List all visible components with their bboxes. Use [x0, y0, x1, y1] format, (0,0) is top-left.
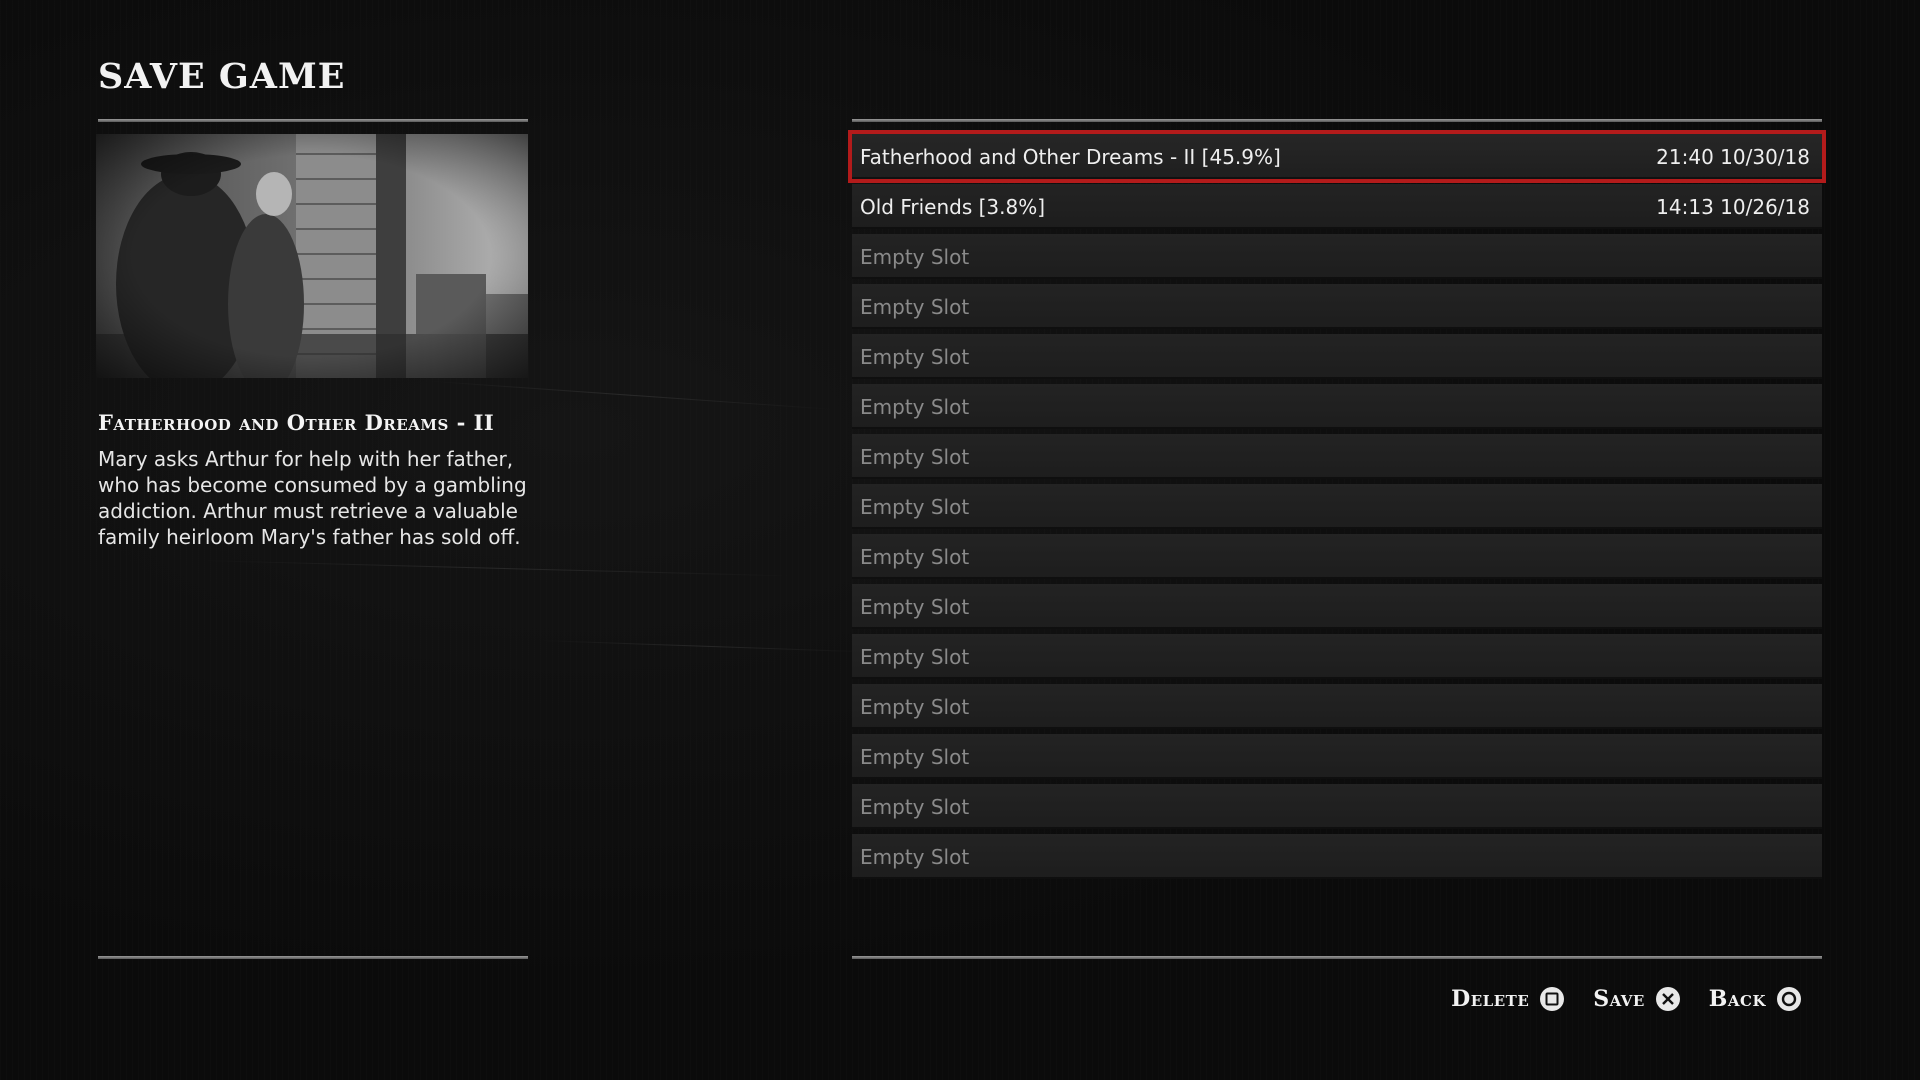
save-slot-name: Old Friends [3.8%] — [860, 194, 1046, 219]
save-slot-name: Empty Slot — [860, 344, 970, 369]
save-label: Save — [1593, 986, 1645, 1012]
save-slot-name: Empty Slot — [860, 694, 970, 719]
save-slot-name: Empty Slot — [860, 744, 970, 769]
save-slot-name: Empty Slot — [860, 394, 970, 419]
delete-label: Delete — [1451, 986, 1530, 1012]
save-slot-name: Empty Slot — [860, 594, 970, 619]
save-slot-empty[interactable]: Empty Slot — [852, 634, 1822, 679]
save-slot-empty[interactable]: Empty Slot — [852, 234, 1822, 279]
save-slot-name: Fatherhood and Other Dreams - II [45.9%] — [860, 144, 1281, 169]
delete-prompt[interactable]: Delete — [1451, 986, 1565, 1012]
save-slot-empty[interactable]: Empty Slot — [852, 684, 1822, 729]
button-prompts: Delete Save Back — [1451, 986, 1802, 1012]
save-slot-name: Empty Slot — [860, 244, 970, 269]
page-title: SAVE GAME — [98, 56, 346, 97]
circle-button-icon — [1777, 987, 1801, 1011]
save-slot-date: 21:40 10/30/18 — [1656, 144, 1810, 169]
save-slot-empty[interactable]: Empty Slot — [852, 584, 1822, 629]
left-top-divider — [98, 119, 528, 122]
mission-title: Fatherhood and Other Dreams - II — [98, 410, 495, 435]
save-slot-empty[interactable]: Empty Slot — [852, 484, 1822, 529]
save-slot-name: Empty Slot — [860, 794, 970, 819]
save-slot-name: Empty Slot — [860, 494, 970, 519]
save-slot-list: Fatherhood and Other Dreams - II [45.9%]… — [848, 130, 1826, 884]
save-preview-image — [96, 134, 528, 378]
left-bottom-divider — [98, 956, 528, 959]
back-label: Back — [1708, 986, 1766, 1012]
square-button-icon — [1540, 987, 1565, 1011]
save-slot-name: Empty Slot — [860, 644, 970, 669]
save-slot-name: Empty Slot — [860, 844, 970, 869]
background-scratch — [539, 640, 870, 653]
save-slot-empty[interactable]: Empty Slot — [852, 734, 1822, 779]
save-slot-empty[interactable]: Empty Slot — [852, 784, 1822, 829]
save-slot-empty[interactable]: Empty Slot — [852, 384, 1822, 429]
save-slot-empty[interactable]: Empty Slot — [852, 334, 1822, 379]
save-prompt[interactable]: Save — [1593, 986, 1681, 1012]
save-slot-empty[interactable]: Empty Slot — [852, 534, 1822, 579]
save-slot-name: Empty Slot — [860, 544, 970, 569]
save-slot-name: Empty Slot — [860, 294, 970, 319]
background-scratch — [419, 380, 840, 411]
save-slot[interactable]: Old Friends [3.8%] 14:13 10/26/18 — [852, 184, 1822, 229]
back-prompt[interactable]: Back — [1709, 986, 1802, 1012]
save-slot-date: 14:13 10/26/18 — [1656, 194, 1810, 219]
save-slot-name: Empty Slot — [860, 444, 970, 469]
right-bottom-divider — [852, 956, 1822, 959]
mission-description: Mary asks Arthur for help with her fathe… — [98, 447, 527, 549]
save-slot-empty[interactable]: Empty Slot — [852, 284, 1822, 329]
right-top-divider — [852, 119, 1822, 122]
save-slot-empty[interactable]: Empty Slot — [852, 834, 1822, 879]
cross-button-icon — [1655, 987, 1680, 1011]
save-slot[interactable]: Fatherhood and Other Dreams - II [45.9%]… — [848, 130, 1826, 183]
save-slot-empty[interactable]: Empty Slot — [852, 434, 1822, 479]
background-scratch — [199, 560, 800, 577]
